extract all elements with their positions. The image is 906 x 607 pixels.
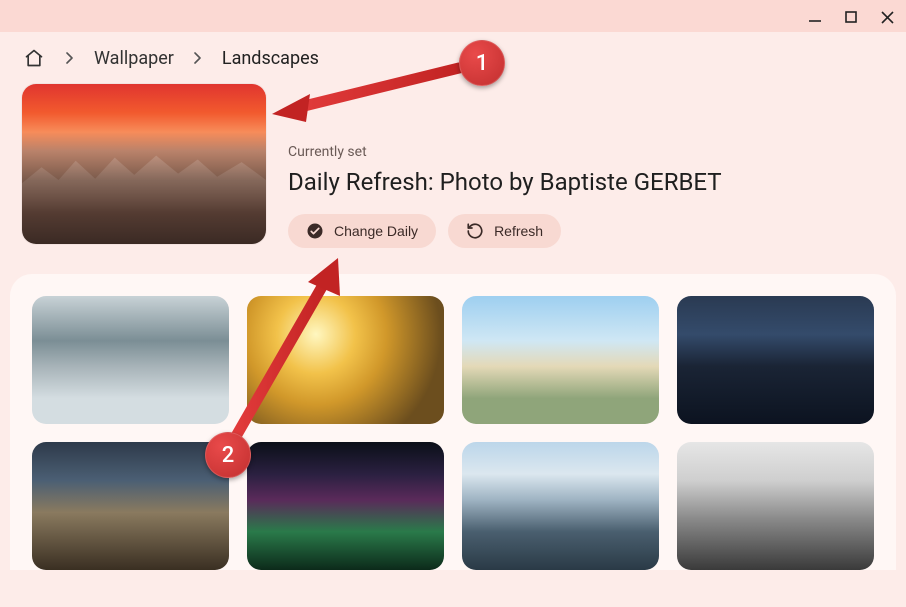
home-icon[interactable]	[22, 46, 46, 70]
wallpaper-thumb[interactable]	[32, 296, 229, 424]
wallpaper-grid-panel	[10, 274, 896, 570]
wallpaper-thumb[interactable]	[677, 442, 874, 570]
chevron-right-icon	[64, 48, 76, 69]
wallpaper-thumb[interactable]	[462, 442, 659, 570]
currently-set-label: Currently set	[288, 144, 722, 160]
chevron-right-icon	[192, 48, 204, 69]
check-circle-icon	[306, 222, 324, 240]
window-maximize-button[interactable]	[840, 6, 862, 28]
window-minimize-button[interactable]	[804, 6, 826, 28]
annotation-badge-2: 2	[205, 432, 251, 478]
annotation-badge-1: 1	[459, 40, 505, 86]
current-wallpaper-title: Daily Refresh: Photo by Baptiste GERBET	[288, 168, 722, 196]
refresh-button[interactable]: Refresh	[448, 214, 561, 248]
wallpaper-thumb[interactable]	[247, 442, 444, 570]
change-daily-label: Change Daily	[334, 223, 418, 239]
wallpaper-thumb[interactable]	[462, 296, 659, 424]
breadcrumb-landscapes[interactable]: Landscapes	[222, 48, 319, 69]
wallpaper-thumb[interactable]	[32, 442, 229, 570]
breadcrumb: Wallpaper Landscapes	[0, 32, 906, 84]
current-wallpaper-preview[interactable]	[22, 84, 266, 244]
current-wallpaper-section: Currently set Daily Refresh: Photo by Ba…	[0, 84, 906, 274]
wallpaper-grid	[32, 296, 874, 570]
window-close-button[interactable]	[876, 6, 898, 28]
breadcrumb-wallpaper[interactable]: Wallpaper	[94, 48, 174, 69]
window-titlebar	[0, 0, 906, 32]
wallpaper-thumb[interactable]	[677, 296, 874, 424]
wallpaper-thumb[interactable]	[247, 296, 444, 424]
change-daily-button[interactable]: Change Daily	[288, 214, 436, 248]
refresh-icon	[466, 222, 484, 240]
refresh-label: Refresh	[494, 223, 543, 239]
